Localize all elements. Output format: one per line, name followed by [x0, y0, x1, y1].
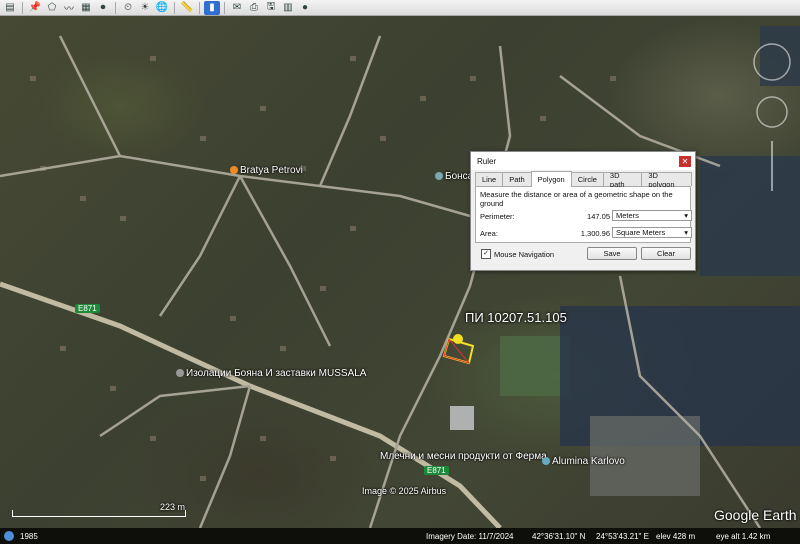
eye-altitude: eye alt 1.42 km: [716, 531, 771, 541]
earth-icon[interactable]: ●: [297, 1, 313, 15]
perimeter-value: 147.05: [587, 212, 610, 221]
tab-3d-polygon[interactable]: 3D polygon: [641, 171, 692, 189]
road-badge-e871: E871: [75, 304, 100, 313]
perimeter-unit-select[interactable]: Meters ▾: [612, 210, 692, 221]
poi-icon: [542, 457, 550, 465]
longitude: 24°53'43.21" E: [596, 531, 649, 541]
area-unit: Square Meters: [616, 228, 666, 237]
historical-clock-icon[interactable]: [4, 531, 14, 541]
greenhouse: [450, 406, 474, 430]
perimeter-unit: Meters: [616, 211, 639, 220]
look-control-icon[interactable]: [756, 96, 788, 128]
chevron-down-icon: ▾: [684, 228, 688, 237]
sun-icon[interactable]: ☀: [137, 1, 153, 15]
placemark-icon[interactable]: 📌: [27, 1, 43, 15]
satellite-map[interactable]: Bratya Petrovi Бонсай Изолации Бояна И з…: [0, 16, 800, 528]
copyright: Image © 2025 Airbus: [362, 486, 447, 496]
print-icon[interactable]: ⎙: [246, 1, 262, 15]
polygon-icon[interactable]: ⬠: [44, 1, 60, 15]
mouse-navigation-label: Mouse Navigation: [494, 249, 555, 259]
path-icon[interactable]: 〰: [61, 1, 77, 15]
elevation: elev 428 m: [656, 531, 696, 541]
area-row: Area: 1,300.96 Square Meters ▾: [480, 227, 692, 238]
imagery-date: Imagery Date: 11/7/2024: [426, 531, 514, 541]
toolbar-separator: [174, 1, 175, 14]
mouse-navigation-toggle[interactable]: ✓ Mouse Navigation: [481, 249, 554, 259]
toolbar-separator: [199, 1, 200, 14]
ruler-active-icon[interactable]: ▮: [204, 0, 220, 15]
perimeter-row: Perimeter: 147.05 Meters ▾: [480, 210, 692, 221]
latitude: 42°36'31.10" N: [532, 531, 586, 541]
status-bar: 1985 Imagery Date: 11/7/2024 42°36'31.10…: [0, 528, 800, 544]
google-earth-logo: Google Earth: [714, 507, 797, 523]
toolbar-separator: [224, 1, 225, 14]
clear-button[interactable]: Clear: [641, 247, 691, 260]
parcel-label[interactable]: ПИ 10207.51.105: [465, 310, 567, 325]
ruler-title: Ruler: [477, 156, 497, 166]
overlay-icon[interactable]: ▦: [78, 1, 94, 15]
place-alumina[interactable]: Alumina Karlovo: [542, 456, 625, 467]
area-unit-select[interactable]: Square Meters ▾: [612, 227, 692, 238]
chevron-down-icon: ▾: [684, 211, 688, 220]
ruler-title-bar[interactable]: Ruler ✕: [471, 152, 695, 170]
place-ferma[interactable]: Млечни и месни продукти от Ферма: [380, 451, 547, 462]
historical-imagery-icon[interactable]: ⏲: [120, 1, 136, 15]
area-value: 1,300.96: [580, 229, 610, 238]
road-badge-e871: E871: [424, 466, 449, 475]
sidebar-icon[interactable]: ▤: [2, 1, 18, 15]
record-tour-icon[interactable]: ⏺: [95, 1, 111, 15]
ruler-tabs: Line Path Polygon Circle 3D path 3D poly…: [475, 171, 692, 189]
perimeter-label: Perimeter:: [480, 212, 515, 221]
scale-bar: [12, 510, 186, 517]
ruler-icon[interactable]: 📏: [179, 1, 195, 15]
tab-3d-path[interactable]: 3D path: [602, 171, 643, 189]
area-label: Area:: [480, 229, 498, 238]
place-bratya-petrovi[interactable]: Bratya Petrovi: [230, 165, 303, 176]
tab-line[interactable]: Line: [475, 172, 504, 186]
ruler-dialog: Ruler ✕ Line Path Polygon Circle 3D path…: [470, 151, 696, 271]
tab-polygon[interactable]: Polygon: [530, 171, 572, 187]
checkbox-checked-icon[interactable]: ✓: [481, 249, 491, 259]
toolbar-separator: [115, 1, 116, 14]
field: [500, 336, 570, 396]
ruler-body: Measure the distance or area of a geomet…: [475, 187, 692, 243]
tab-circle[interactable]: Circle: [570, 172, 604, 186]
toolbar: ▤ 📌 ⬠ 〰 ▦ ⏺ ⏲ ☀ 🌐 📏 ▮ ✉ ⎙ 🖫 ▥ ●: [0, 0, 800, 16]
tab-path[interactable]: Path: [502, 172, 532, 186]
solar-farm: [760, 26, 800, 86]
maps-icon[interactable]: ▥: [280, 1, 296, 15]
ruler-description: Measure the distance or area of a geomet…: [480, 190, 673, 208]
planets-icon[interactable]: 🌐: [154, 1, 170, 15]
shop-icon: [230, 166, 238, 174]
close-icon[interactable]: ✕: [679, 155, 691, 167]
poi-icon: [435, 172, 443, 180]
place-mussala[interactable]: Изолации Бояна И заставки MUSSALA: [176, 368, 366, 379]
toolbar-separator: [22, 1, 23, 14]
status-year: 1985: [20, 531, 38, 541]
pushpin-icon[interactable]: [453, 334, 463, 344]
solar-farm: [700, 156, 800, 276]
save-image-icon[interactable]: 🖫: [263, 1, 279, 15]
email-icon[interactable]: ✉: [229, 1, 245, 15]
save-button[interactable]: Save: [587, 247, 637, 260]
ruler-footer: ✓ Mouse Navigation Save Clear: [475, 243, 691, 265]
poi-icon: [176, 369, 184, 377]
